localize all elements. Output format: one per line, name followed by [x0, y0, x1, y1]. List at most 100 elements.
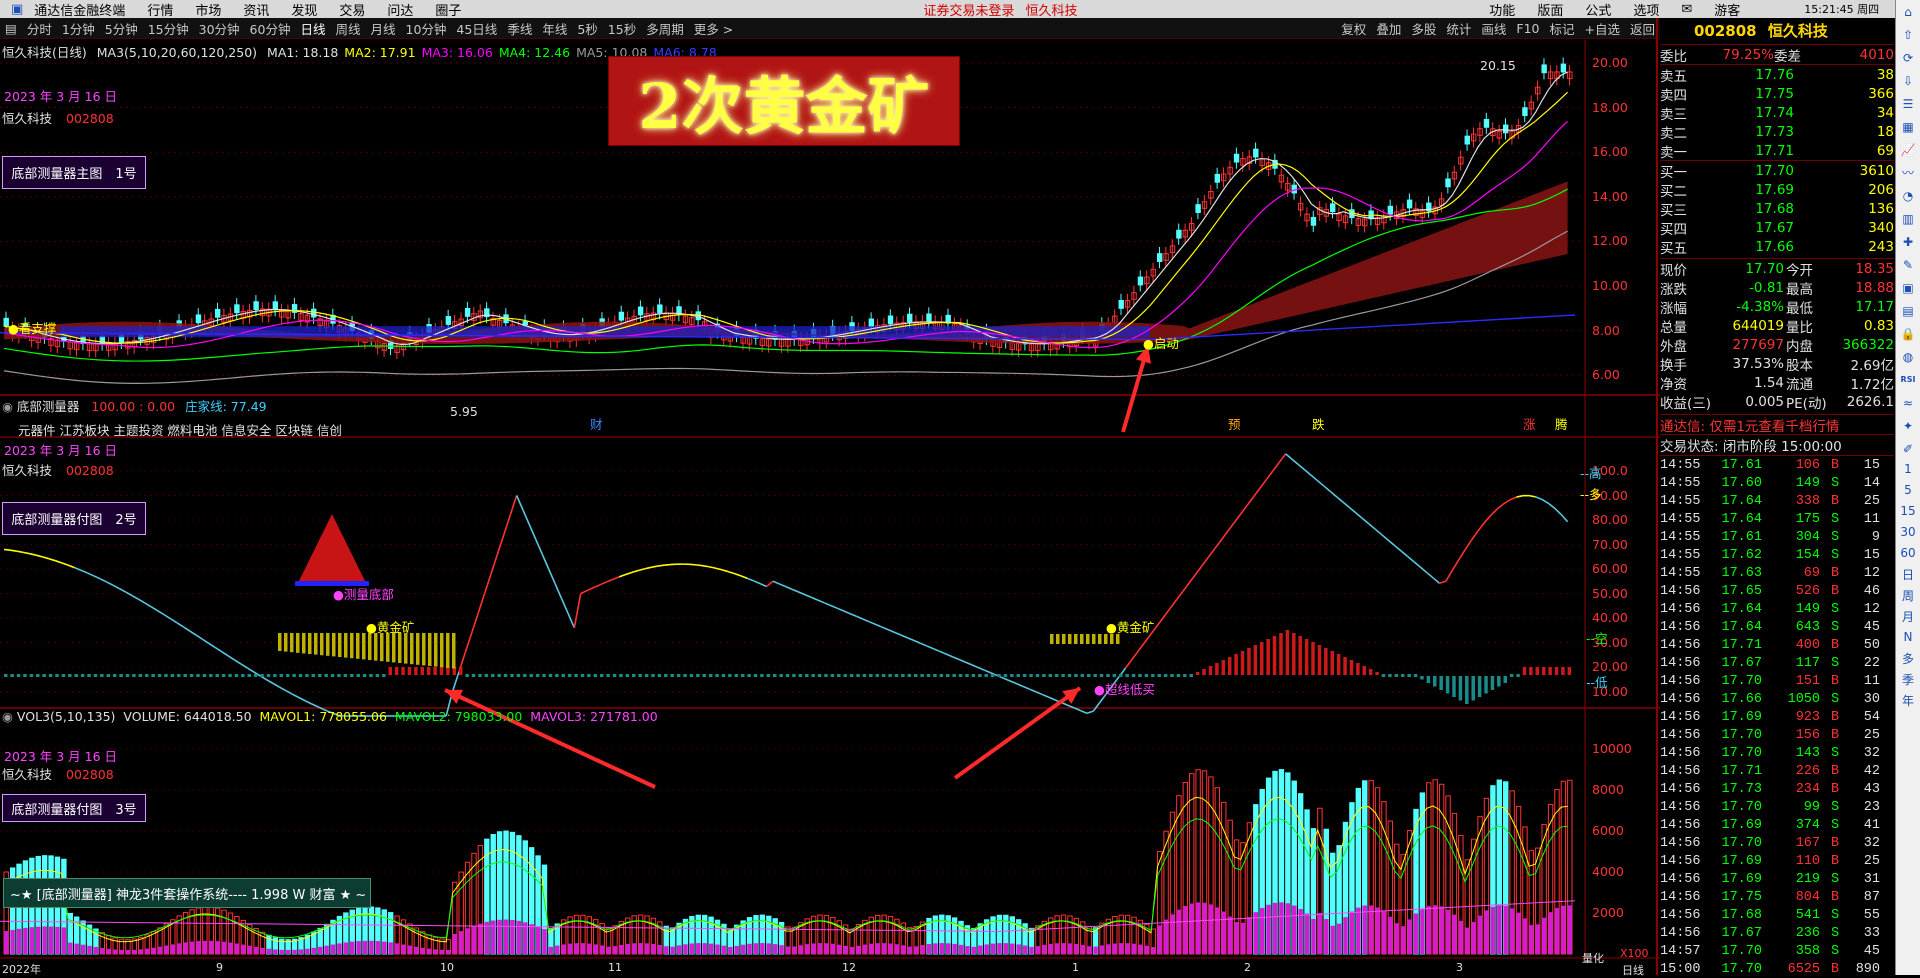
menu-item-function[interactable]: 功能	[1478, 0, 1526, 18]
pie-icon[interactable]: ◔	[1898, 186, 1919, 205]
promo-banner[interactable]: ~★ [底部测量器] 神龙3件套操作系统---- 1.998 W 财富 ★ ~	[3, 878, 371, 908]
promo-text[interactable]: 通达信: 仅需1元查看千档行情	[1660, 415, 1839, 435]
order-level[interactable]: 卖一17.7169	[1660, 141, 1894, 160]
period-tab-0[interactable]: 分时	[22, 19, 57, 38]
menu-item-market[interactable]: 市场	[184, 0, 232, 18]
period-shortcut[interactable]: 季	[1898, 672, 1919, 686]
menu-item-quotes[interactable]: 行情	[136, 0, 184, 18]
period-shortcut[interactable]: N	[1898, 630, 1919, 644]
chart-icon[interactable]: 📈	[1898, 140, 1919, 159]
order-level[interactable]: 卖二17.7318	[1660, 122, 1894, 141]
compass-icon[interactable]: ✦	[1898, 416, 1919, 435]
menu-item-formula[interactable]: 公式	[1574, 0, 1622, 18]
menu-item-news[interactable]: 资讯	[232, 0, 280, 18]
rsi-icon[interactable]: RSI	[1898, 370, 1919, 389]
menu-item-circle[interactable]: 圈子	[424, 0, 472, 18]
volume-sub-bar	[709, 944, 713, 954]
period-tab-daily[interactable]: 日线	[295, 19, 330, 38]
order-level[interactable]: 卖五17.7638	[1660, 65, 1894, 84]
menu-item-ask[interactable]: 问达	[376, 0, 424, 18]
tick-list[interactable]: 14:5517.61106B1514:5517.60149S1414:5517.…	[1660, 455, 1894, 978]
period-shortcut[interactable]: 日	[1898, 567, 1919, 581]
order-level[interactable]: 买一17.703610	[1660, 161, 1894, 180]
lock-icon[interactable]: 🔒	[1898, 324, 1919, 343]
tool-back[interactable]: 返回	[1625, 19, 1660, 38]
level-label: 卖一	[1660, 141, 1704, 161]
period-tab-2[interactable]: 5分钟	[100, 19, 143, 38]
order-level[interactable]: 卖三17.7434	[1660, 103, 1894, 122]
period-shortcut[interactable]: 多	[1898, 651, 1919, 665]
period-tab-11[interactable]: 季线	[502, 19, 537, 38]
period-shortcut[interactable]: 年	[1898, 693, 1919, 707]
period-tab-13[interactable]: 5秒	[572, 19, 602, 38]
indicator-segment	[17, 551, 23, 552]
period-shortcut[interactable]: 周	[1898, 588, 1919, 602]
menu-item-discover[interactable]: 发现	[280, 0, 328, 18]
period-shortcut[interactable]: 月	[1898, 609, 1919, 623]
tool-overlay[interactable]: 叠加	[1371, 19, 1406, 38]
period-tab-15[interactable]: 多周期	[641, 19, 689, 38]
login-status[interactable]: 证券交易未登录	[912, 0, 1025, 18]
kline-chart-area[interactable]	[0, 40, 1660, 975]
menu-item-options[interactable]: 选项	[1622, 0, 1670, 18]
tool-mark[interactable]: 标记	[1544, 19, 1579, 38]
period-shortcut[interactable]: 5	[1898, 483, 1919, 497]
order-level[interactable]: 买五17.66243	[1660, 237, 1894, 256]
mail-icon[interactable]: ✉	[1670, 2, 1703, 17]
period-indicator[interactable]: 日线	[1622, 962, 1644, 978]
list-icon[interactable]: ☰	[1898, 94, 1919, 113]
tool-draw[interactable]: 画线	[1476, 19, 1511, 38]
menu-icon[interactable]: ▤	[0, 21, 22, 36]
period-shortcut[interactable]: 30	[1898, 525, 1919, 539]
concept-tags[interactable]: 元器件 江苏板块 主题投资 燃料电池 信息安全 区块链 信创	[18, 420, 342, 439]
tool-f10[interactable]: F10	[1511, 21, 1544, 36]
level2-promo[interactable]: 通达信: 仅需1元查看千档行情	[1660, 414, 1894, 434]
indicator-label-main[interactable]: 底部测量器主图 1号	[2, 156, 146, 189]
bars-icon[interactable]: ▥	[1898, 209, 1919, 228]
period-tab-5[interactable]: 60分钟	[245, 19, 296, 38]
period-tab-14[interactable]: 15秒	[603, 19, 641, 38]
tool-fuquan[interactable]: 复权	[1336, 19, 1371, 38]
period-shortcut[interactable]: 60	[1898, 546, 1919, 560]
period-tab-7[interactable]: 周线	[330, 19, 365, 38]
period-tab-3[interactable]: 15分钟	[143, 19, 194, 38]
up-icon[interactable]: ⇧	[1898, 25, 1919, 44]
bid-book: 买一17.703610买二17.69206买三17.68136买四17.6734…	[1660, 160, 1894, 256]
user-label[interactable]: 游客	[1703, 0, 1793, 18]
grid-icon[interactable]: ▦	[1898, 117, 1919, 136]
order-level[interactable]: 买四17.67340	[1660, 218, 1894, 237]
period-tab-more[interactable]: 更多 >	[689, 19, 738, 38]
period-tab-10[interactable]: 45日线	[451, 19, 502, 38]
order-level[interactable]: 买三17.68136	[1660, 199, 1894, 218]
indicator-bar	[1183, 674, 1187, 677]
collapse-icon[interactable]: ◉	[2, 709, 13, 724]
period-tab-9[interactable]: 10分钟	[401, 19, 452, 38]
period-tab-8[interactable]: 月线	[365, 19, 400, 38]
wave-icon[interactable]: ≈	[1898, 393, 1919, 412]
indicator-label-sub2[interactable]: 底部测量器付图 3号	[2, 794, 146, 822]
period-shortcut[interactable]: 15	[1898, 504, 1919, 518]
period-shortcut[interactable]: 1	[1898, 462, 1919, 476]
period-tab-1[interactable]: 1分钟	[57, 19, 100, 38]
collapse-icon[interactable]: ◉	[2, 399, 13, 414]
indicator-label-sub1[interactable]: 底部测量器付图 2号	[2, 502, 146, 535]
order-level[interactable]: 卖四17.75366	[1660, 84, 1894, 103]
period-tab-12[interactable]: 年线	[537, 19, 572, 38]
line-icon[interactable]: 〰	[1898, 163, 1919, 182]
period-tab-4[interactable]: 30分钟	[194, 19, 245, 38]
menu-item-trade[interactable]: 交易	[328, 0, 376, 18]
table-icon[interactable]: ▤	[1898, 301, 1919, 320]
down-icon[interactable]: ⇩	[1898, 71, 1919, 90]
cross-icon[interactable]: ✚	[1898, 232, 1919, 251]
tool-stats[interactable]: 统计	[1441, 19, 1476, 38]
order-level[interactable]: 买二17.69206	[1660, 180, 1894, 199]
refresh-icon[interactable]: ⟳	[1898, 48, 1919, 67]
globe-icon[interactable]: ◍	[1898, 347, 1919, 366]
tool-add-watch[interactable]: +自选	[1580, 19, 1625, 38]
pen-icon[interactable]: ✐	[1898, 439, 1919, 458]
calendar-icon[interactable]: ▣	[1898, 278, 1919, 297]
tool-multi[interactable]: 多股	[1406, 19, 1441, 38]
home-icon[interactable]: ⌂	[1898, 2, 1919, 21]
menu-item-layout[interactable]: 版面	[1526, 0, 1574, 18]
note-icon[interactable]: ✎	[1898, 255, 1919, 274]
